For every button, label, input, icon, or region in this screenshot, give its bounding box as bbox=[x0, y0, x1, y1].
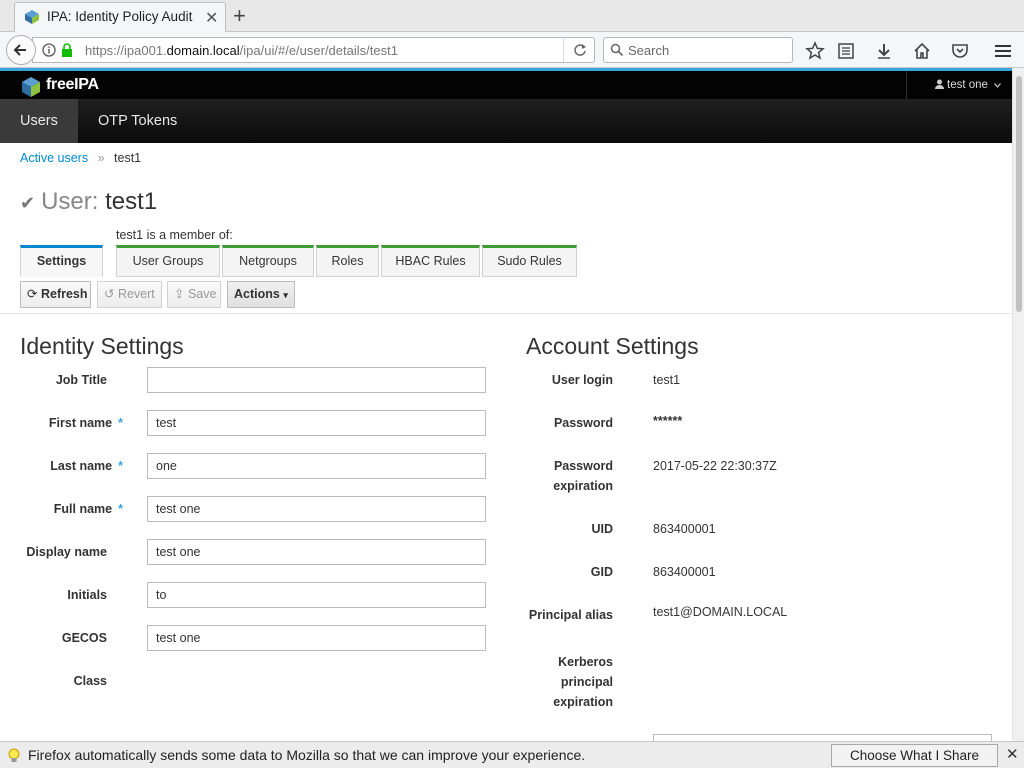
page-title-name: test1 bbox=[105, 188, 158, 215]
page-title: ✔ User: test1 bbox=[20, 188, 157, 216]
full-name-label: Full name * bbox=[53, 502, 123, 516]
user-icon bbox=[935, 79, 944, 92]
scrollbar[interactable] bbox=[1012, 68, 1024, 744]
hamburger-menu-icon[interactable] bbox=[993, 41, 1013, 61]
pocket-icon[interactable] bbox=[950, 41, 970, 61]
first-name-input[interactable] bbox=[147, 410, 486, 436]
chevron-down-icon bbox=[994, 79, 1001, 91]
required-icon: * bbox=[118, 459, 123, 473]
close-icon[interactable]: ✕ bbox=[1006, 745, 1019, 763]
info-icon[interactable] bbox=[42, 43, 56, 57]
undo-icon: ↺ bbox=[104, 287, 115, 301]
save-button[interactable]: ⇪ Save bbox=[167, 281, 221, 308]
full-name-input[interactable] bbox=[147, 496, 486, 522]
browser-tabbar: IPA: Identity Policy Audit ✕ + bbox=[0, 0, 1024, 32]
home-icon[interactable] bbox=[912, 41, 932, 61]
app-nav: Users OTP Tokens bbox=[0, 99, 1012, 143]
password-value: ****** bbox=[653, 414, 683, 428]
initials-input[interactable] bbox=[147, 582, 486, 608]
last-name-label: Last name * bbox=[50, 459, 123, 473]
freeipa-logo-icon bbox=[22, 77, 40, 97]
reload-icon[interactable] bbox=[563, 38, 595, 62]
job-title-input[interactable] bbox=[147, 367, 486, 393]
lock-icon bbox=[62, 43, 72, 57]
class-label: Class bbox=[73, 674, 107, 688]
tab-settings[interactable]: Settings bbox=[20, 245, 103, 277]
nav-users[interactable]: Users bbox=[0, 99, 78, 143]
notification-bar: Firefox automatically sends some data to… bbox=[0, 741, 1024, 768]
tab-sudo-rules[interactable]: Sudo Rules bbox=[482, 245, 577, 277]
uid-label: UID bbox=[591, 522, 613, 536]
search-icon bbox=[610, 43, 624, 57]
required-icon: * bbox=[118, 502, 123, 516]
choose-what-i-share-button[interactable]: Choose What I Share bbox=[831, 744, 998, 767]
user-login-label: User login bbox=[551, 373, 613, 387]
browser-navbar: https://ipa001.domain.local/ipa/ui/#/e/u… bbox=[0, 32, 1024, 68]
chevron-down-icon: ▾ bbox=[283, 290, 288, 300]
breadcrumb-current: test1 bbox=[114, 151, 142, 165]
url-bar[interactable]: https://ipa001.domain.local/ipa/ui/#/e/u… bbox=[32, 37, 595, 63]
principal-alias-value: test1@DOMAIN.LOCAL bbox=[653, 605, 788, 619]
page-title-label: User: bbox=[41, 188, 99, 215]
check-icon: ✔ bbox=[20, 193, 36, 213]
lightbulb-icon bbox=[8, 748, 20, 762]
freeipa-favicon-icon bbox=[25, 10, 39, 24]
close-tab-icon[interactable]: ✕ bbox=[205, 8, 218, 28]
browser-tab[interactable]: IPA: Identity Policy Audit ✕ bbox=[14, 2, 226, 32]
upload-icon: ⇪ bbox=[174, 287, 185, 301]
tab-hbac-rules[interactable]: HBAC Rules bbox=[381, 245, 480, 277]
password-expiration-value: 2017-05-22 22:30:37Z bbox=[653, 459, 777, 473]
job-title-label: Job Title bbox=[55, 373, 107, 387]
login-shell-input[interactable] bbox=[653, 734, 992, 741]
uid-value: 863400001 bbox=[653, 522, 716, 536]
refresh-icon: ⟳ bbox=[27, 287, 38, 301]
scrollbar-thumb[interactable] bbox=[1016, 76, 1022, 312]
principal-alias-label: Principal alias bbox=[528, 608, 613, 622]
gecos-label: GECOS bbox=[61, 631, 107, 645]
gid-value: 863400001 bbox=[653, 565, 716, 579]
password-label: Password bbox=[553, 416, 613, 430]
last-name-input[interactable] bbox=[147, 453, 486, 479]
user-name: test one bbox=[947, 79, 988, 91]
search-placeholder: Search bbox=[628, 43, 670, 58]
url-text: https://ipa001.domain.local/ipa/ui/#/e/u… bbox=[85, 43, 398, 58]
tab-netgroups[interactable]: Netgroups bbox=[222, 245, 314, 277]
breadcrumb-active-users[interactable]: Active users bbox=[20, 151, 88, 165]
initials-label: Initials bbox=[67, 588, 107, 602]
revert-button[interactable]: ↺ Revert bbox=[97, 281, 162, 308]
breadcrumb: Active users » test1 bbox=[20, 151, 141, 165]
search-bar[interactable]: Search bbox=[603, 37, 793, 63]
notification-text: Firefox automatically sends some data to… bbox=[28, 747, 586, 763]
required-icon: * bbox=[118, 416, 123, 430]
bookmark-star-icon[interactable] bbox=[805, 41, 825, 61]
breadcrumb-separator: » bbox=[97, 151, 105, 165]
user-menu[interactable]: test one bbox=[906, 71, 1012, 99]
tab-user-groups[interactable]: User Groups bbox=[116, 245, 220, 277]
gid-label: GID bbox=[590, 565, 613, 579]
identity-settings-title: Identity Settings bbox=[20, 333, 184, 359]
password-expiration-label: Password expiration bbox=[553, 459, 613, 493]
gecos-input[interactable] bbox=[147, 625, 486, 651]
first-name-label: First name * bbox=[48, 416, 123, 430]
nav-otp-tokens[interactable]: OTP Tokens bbox=[78, 99, 197, 143]
reading-list-icon[interactable] bbox=[836, 41, 856, 61]
user-login-value: test1 bbox=[653, 373, 681, 387]
actions-dropdown[interactable]: Actions ▾ bbox=[227, 281, 295, 308]
divider bbox=[0, 313, 1012, 314]
app-header: freeIPA test one bbox=[0, 68, 1012, 99]
display-name-input[interactable] bbox=[147, 539, 486, 565]
kerberos-expiration-label: Kerberos principal expiration bbox=[553, 655, 613, 709]
refresh-button[interactable]: ⟳ Refresh bbox=[20, 281, 91, 308]
display-name-label: Display name bbox=[26, 545, 107, 559]
brand-name: freeIPA bbox=[46, 76, 99, 93]
back-button[interactable] bbox=[6, 35, 36, 65]
download-icon[interactable] bbox=[874, 41, 894, 61]
account-settings-title: Account Settings bbox=[526, 333, 699, 359]
browser-tab-title: IPA: Identity Policy Audit bbox=[47, 9, 193, 24]
new-tab-icon[interactable]: + bbox=[233, 3, 246, 29]
tab-roles[interactable]: Roles bbox=[316, 245, 379, 277]
member-of-label: test1 is a member of: bbox=[116, 228, 233, 242]
